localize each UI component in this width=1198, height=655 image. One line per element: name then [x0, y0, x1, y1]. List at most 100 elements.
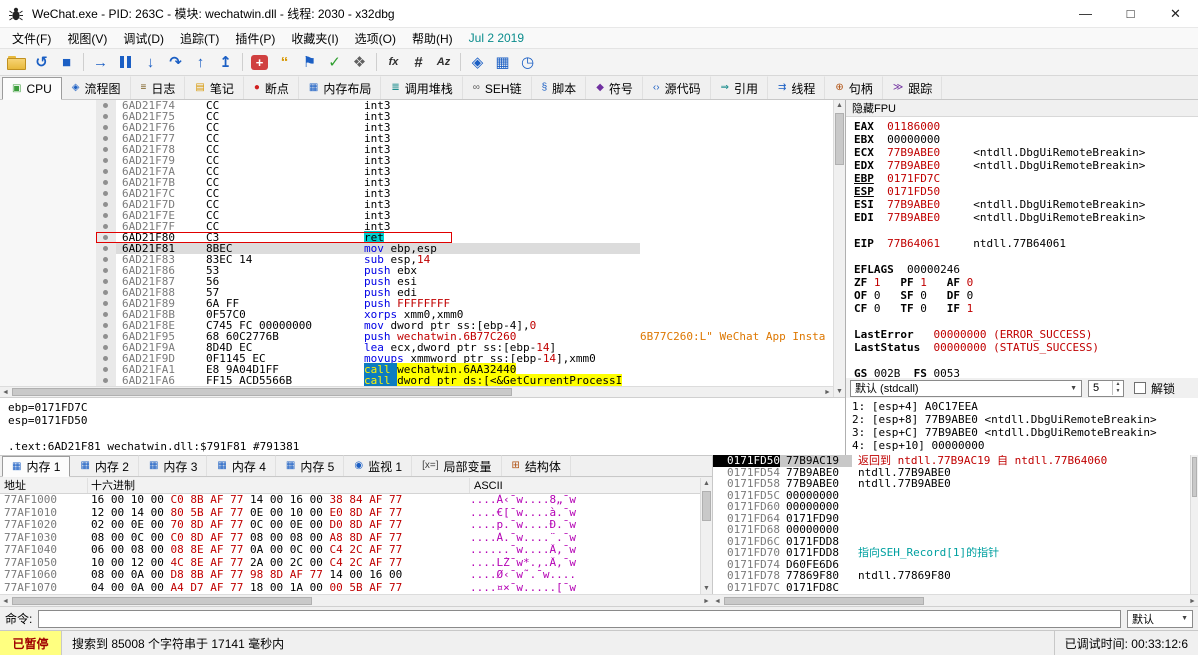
breakpoint-dot[interactable]: [0, 232, 116, 243]
spinner-up-icon[interactable]: ▲: [1113, 381, 1123, 388]
disasm-vscrollbar[interactable]: ▲ ▼: [833, 100, 845, 397]
tab-references[interactable]: ⇒引用: [711, 76, 768, 99]
breakpoint-dot[interactable]: [0, 100, 116, 111]
scroll-down-arrow[interactable]: ▼: [701, 583, 712, 594]
register-line[interactable]: GS 002B FS 0053: [854, 367, 1198, 378]
graph-icon[interactable]: ◈: [465, 51, 490, 73]
stack-row[interactable]: 0171FD6800000000: [713, 524, 1190, 536]
command-dropdown[interactable]: 默认 ▼: [1127, 610, 1193, 628]
scroll-thumb[interactable]: [12, 597, 312, 605]
breakpoint-dot[interactable]: [0, 254, 116, 265]
breakpoint-dot[interactable]: [0, 133, 116, 144]
breakpoint-dot[interactable]: [0, 111, 116, 122]
memory-header-ascii[interactable]: ASCII: [470, 478, 700, 493]
scroll-down-arrow[interactable]: ▼: [834, 386, 845, 397]
tab-source[interactable]: ‹›源代码: [643, 76, 711, 99]
tab-dump-5[interactable]: ▦内存 5: [276, 455, 344, 476]
az-icon[interactable]: Az: [431, 51, 456, 73]
calling-convention-dropdown[interactable]: 默认 (stdcall) ▼: [850, 380, 1082, 397]
tab-threads[interactable]: ⇉线程: [768, 76, 825, 99]
stack-row[interactable]: 0171FD5477B9ABE0ntdll.77B9ABE0: [713, 467, 1190, 479]
stack-row[interactable]: 0171FD74D60FE6D6: [713, 559, 1190, 571]
tab-trace[interactable]: ≫跟踪: [883, 76, 942, 99]
register-line[interactable]: [854, 250, 1198, 263]
tab-log[interactable]: ≡日志: [131, 76, 186, 99]
tab-handles[interactable]: ⊕句柄: [825, 76, 882, 99]
breakpoint-dot[interactable]: [0, 375, 116, 386]
tab-dump-4[interactable]: ▦内存 4: [207, 455, 275, 476]
step-out-icon[interactable]: ↥: [213, 51, 238, 73]
maximize-button[interactable]: □: [1108, 0, 1153, 27]
register-line[interactable]: EDI 77B9ABE0 <ntdll.DbgUiRemoteBreakin>: [854, 211, 1198, 224]
breakpoint-dot[interactable]: [0, 342, 116, 353]
restart-icon[interactable]: ↺: [29, 51, 54, 73]
favourites-check-icon[interactable]: ✓: [322, 51, 347, 73]
memory-map-icon[interactable]: ▦: [490, 51, 515, 73]
open-file-icon[interactable]: [4, 51, 29, 73]
breakpoint-dot[interactable]: [0, 122, 116, 133]
memory-vscrollbar[interactable]: ▲ ▼: [700, 478, 712, 594]
register-line[interactable]: EBP 0171FD7C: [854, 172, 1198, 185]
register-line[interactable]: CF 0 TF 0 IF 1: [854, 302, 1198, 315]
menu-debug[interactable]: 调试(D): [115, 28, 172, 48]
scroll-thumb[interactable]: [724, 597, 924, 605]
calculator-fx-icon[interactable]: fx: [381, 51, 406, 73]
step-into-icon[interactable]: ↓: [138, 51, 163, 73]
tab-notes[interactable]: ▤笔记: [185, 76, 243, 99]
register-line[interactable]: EDX 77B9ABE0 <ntdll.DbgUiRemoteBreakin>: [854, 159, 1198, 172]
breakpoint-dot[interactable]: [0, 221, 116, 232]
stack-vscrollbar[interactable]: [1190, 455, 1198, 594]
breakpoint-dot[interactable]: [0, 144, 116, 155]
tab-struct[interactable]: ⊞结构体: [502, 455, 571, 476]
stack-row[interactable]: 0171FD7877869F80ntdll.77869F80: [713, 570, 1190, 582]
register-line[interactable]: ESP 0171FD50: [854, 185, 1198, 198]
label-icon[interactable]: ⚑: [297, 51, 322, 73]
stack-row[interactable]: 0171FD700171FDD8指向SEH_Record[1]的指针: [713, 547, 1190, 559]
stack-row[interactable]: 0171FD5077B9AC19返回到 ntdll.77B9AC19 自 ntd…: [713, 455, 1190, 467]
breakpoint-dot[interactable]: [0, 320, 116, 331]
stop-icon[interactable]: ■: [54, 51, 79, 73]
menu-plugins[interactable]: 插件(P): [227, 28, 283, 48]
breakpoint-dot[interactable]: [0, 166, 116, 177]
tab-dump-3[interactable]: ▦内存 3: [139, 455, 207, 476]
breakpoint-dot[interactable]: [0, 177, 116, 188]
argument-line[interactable]: 3: [esp+C] 77B9ABE0 <ntdll.DbgUiRemoteBr…: [852, 426, 1198, 439]
scroll-thumb[interactable]: [835, 113, 844, 165]
stack-row[interactable]: 0171FD640171FD90: [713, 513, 1190, 525]
breakpoint-dot[interactable]: [0, 298, 116, 309]
comment-icon[interactable]: “: [272, 51, 297, 73]
register-line[interactable]: [854, 224, 1198, 237]
memory-hscrollbar[interactable]: ◄ ►: [0, 594, 712, 606]
run-icon[interactable]: →: [88, 51, 113, 73]
register-line[interactable]: EFLAGS 00000246: [854, 263, 1198, 276]
menu-trace[interactable]: 追踪(T): [172, 28, 227, 48]
spinner-arrows[interactable]: ▲▼: [1112, 381, 1123, 395]
menu-build-date[interactable]: Jul 2 2019: [461, 28, 532, 48]
scroll-up-arrow[interactable]: ▲: [701, 478, 712, 489]
command-input[interactable]: [38, 610, 1121, 628]
fpu-header[interactable]: 隐藏FPU: [846, 100, 1198, 117]
register-line[interactable]: ZF 1 PF 1 AF 0: [854, 276, 1198, 289]
stack-row[interactable]: 0171FD5C00000000: [713, 490, 1190, 502]
disasm-hscrollbar[interactable]: ◄ ►: [0, 386, 833, 397]
scroll-thumb[interactable]: [12, 388, 512, 396]
scroll-up-arrow[interactable]: ▲: [834, 100, 845, 111]
stack-row[interactable]: 0171FD6000000000: [713, 501, 1190, 513]
stack-row[interactable]: 0171FD5877B9ABE0ntdll.77B9ABE0: [713, 478, 1190, 490]
tab-dump-1[interactable]: ▦内存 1: [2, 456, 70, 477]
memory-header-hex[interactable]: 十六进制: [88, 478, 470, 493]
register-line[interactable]: EIP 77B64061 ntdll.77B64061: [854, 237, 1198, 250]
breakpoint-dot[interactable]: [0, 199, 116, 210]
unlock-checkbox[interactable]: [1134, 382, 1146, 394]
tab-memory-map[interactable]: ▦内存布局: [299, 76, 381, 99]
stack-row[interactable]: 0171FD7C0171FD8C: [713, 582, 1190, 594]
register-line[interactable]: EAX 01186000: [854, 120, 1198, 133]
breakpoint-dot[interactable]: [0, 364, 116, 375]
tab-watch-1[interactable]: ◉监视 1: [344, 455, 412, 476]
breakpoint-dot[interactable]: [0, 155, 116, 166]
pause-icon[interactable]: [113, 51, 138, 73]
breakpoint-dot[interactable]: [0, 287, 116, 298]
hash-icon[interactable]: #: [406, 51, 431, 73]
register-line[interactable]: [854, 315, 1198, 328]
breakpoint-dot[interactable]: [0, 309, 116, 320]
